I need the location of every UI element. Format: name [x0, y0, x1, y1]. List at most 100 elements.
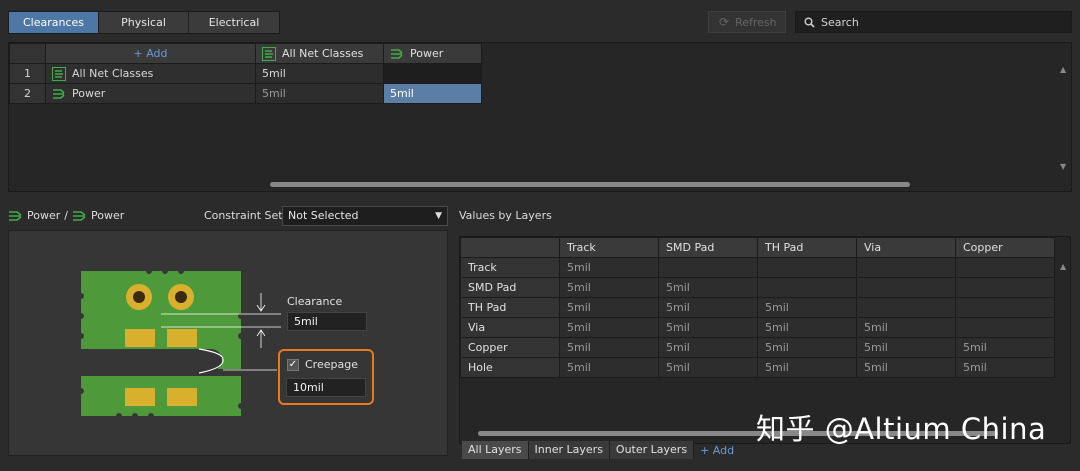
layer-cell-empty: [757, 277, 857, 298]
creepage-highlight: ✓ Creepage 10mil: [278, 349, 374, 405]
refresh-button[interactable]: ⟳ Refresh: [708, 11, 786, 33]
layer-col-header[interactable]: Copper: [955, 237, 1055, 258]
layer-tabs: All Layers Inner Layers Outer Layers + A…: [462, 441, 740, 459]
tab-bar: Clearances Physical Electrical: [8, 11, 280, 34]
constraint-set-label: Constraint Set: [204, 209, 283, 222]
layer-cell[interactable]: 5mil: [757, 317, 857, 338]
clearance-illustration-panel: Clearance 5mil: [8, 230, 448, 456]
layer-row-label: TH Pad: [460, 297, 560, 318]
row-number: 1: [9, 63, 46, 84]
row-number: 2: [9, 83, 46, 104]
layer-cell-empty: [955, 257, 1055, 278]
layer-cell[interactable]: 5mil: [658, 337, 758, 358]
chevron-down-icon: ▼: [435, 211, 442, 221]
layer-col-header[interactable]: Track: [559, 237, 659, 258]
layer-cell-empty: [856, 297, 956, 318]
search-placeholder: Search: [821, 15, 859, 29]
layer-col-header[interactable]: Via: [856, 237, 956, 258]
clearance-input[interactable]: 5mil: [287, 312, 367, 331]
table-row[interactable]: Copper 5mil 5mil 5mil 5mil 5mil: [460, 337, 1055, 358]
net-class-icon: [9, 210, 22, 221]
refresh-label: Refresh: [735, 15, 777, 29]
scroll-up-icon[interactable]: ▲: [1060, 65, 1066, 74]
layer-col-header[interactable]: SMD Pad: [658, 237, 758, 258]
table-row[interactable]: TH Pad 5mil 5mil 5mil: [460, 297, 1055, 318]
refresh-icon: ⟳: [719, 15, 730, 29]
row-name-label: All Net Classes: [72, 66, 154, 80]
col-header-label: Power: [410, 46, 444, 60]
watermark: 知乎 @Altium China: [756, 412, 1047, 446]
scroll-down-icon[interactable]: ▼: [1060, 162, 1066, 171]
net-class-icon: [72, 210, 86, 221]
net-class-icon: [391, 48, 403, 59]
net-class-icon: [53, 88, 65, 99]
col-header-power[interactable]: Power: [383, 43, 482, 64]
creepage-checkbox-row[interactable]: ✓ Creepage: [287, 358, 358, 371]
layer-cell[interactable]: 5mil: [856, 357, 956, 378]
table-row[interactable]: Via 5mil 5mil 5mil 5mil: [460, 317, 1055, 338]
layer-cell[interactable]: 5mil: [559, 297, 659, 318]
matrix-horizontal-scrollbar[interactable]: [258, 180, 1056, 188]
layer-cell[interactable]: 5mil: [658, 357, 758, 378]
layer-cell[interactable]: 5mil: [955, 337, 1055, 358]
tab-outer-layers[interactable]: Outer Layers: [609, 441, 695, 459]
table-row[interactable]: 1 All Net Classes 5mil: [9, 63, 482, 84]
tab-physical[interactable]: Physical: [99, 12, 189, 33]
creepage-input[interactable]: 10mil: [286, 378, 366, 397]
layer-cell[interactable]: 5mil: [856, 317, 956, 338]
breadcrumb-separator: /: [64, 209, 68, 222]
tab-all-layers[interactable]: All Layers: [462, 441, 529, 459]
search-icon: [804, 17, 815, 28]
row-name-label: Power: [72, 86, 106, 100]
layer-cell-empty: [757, 257, 857, 278]
layer-cell[interactable]: 5mil: [658, 317, 758, 338]
scroll-up-icon[interactable]: ▲: [1060, 262, 1066, 271]
layer-cell[interactable]: 5mil: [955, 357, 1055, 378]
layer-cell-empty: [955, 297, 1055, 318]
add-layer-button[interactable]: + Add: [694, 444, 740, 457]
layer-cell-empty: [955, 277, 1055, 298]
tab-inner-layers[interactable]: Inner Layers: [528, 441, 610, 459]
tab-electrical[interactable]: Electrical: [189, 12, 279, 33]
clearance-label: Clearance: [287, 295, 343, 308]
layer-col-header[interactable]: TH Pad: [757, 237, 857, 258]
layer-cell-empty: [856, 257, 956, 278]
tab-clearances[interactable]: Clearances: [9, 12, 99, 33]
layer-cell[interactable]: 5mil: [757, 297, 857, 318]
add-column-button[interactable]: + Add: [45, 43, 256, 64]
layer-corner-cell: [460, 237, 560, 258]
layer-cell[interactable]: 5mil: [559, 317, 659, 338]
layer-cell[interactable]: 5mil: [658, 277, 758, 298]
breadcrumb-to: Power: [90, 209, 125, 222]
table-row[interactable]: Track 5mil: [460, 257, 1055, 278]
layer-cell[interactable]: 5mil: [757, 337, 857, 358]
row-name: Power: [45, 83, 256, 104]
search-input[interactable]: Search: [795, 11, 1072, 33]
constraint-set-dropdown[interactable]: Not Selected ▼: [282, 206, 448, 226]
layer-cell[interactable]: 5mil: [559, 357, 659, 378]
layer-cell[interactable]: 5mil: [658, 297, 758, 318]
layer-row-label: SMD Pad: [460, 277, 560, 298]
table-row[interactable]: Hole 5mil 5mil 5mil 5mil 5mil: [460, 357, 1055, 378]
matrix-cell-selected[interactable]: 5mil: [383, 83, 482, 104]
constraint-set-value: Not Selected: [288, 209, 359, 222]
layer-cell[interactable]: 5mil: [559, 337, 659, 358]
col-header-all-net-classes[interactable]: All Net Classes: [255, 43, 384, 64]
values-by-layers-title: Values by Layers: [459, 209, 552, 222]
layer-cell[interactable]: 5mil: [559, 277, 659, 298]
layer-cell[interactable]: 5mil: [856, 337, 956, 358]
table-row[interactable]: 2 Power 5mil 5mil: [9, 83, 482, 104]
creepage-checkbox[interactable]: ✓: [287, 358, 299, 371]
matrix-cell[interactable]: 5mil: [255, 63, 384, 84]
scroll-thumb[interactable]: [270, 182, 910, 187]
layer-cell-empty: [658, 257, 758, 278]
layer-cell[interactable]: 5mil: [757, 357, 857, 378]
table-row[interactable]: SMD Pad 5mil 5mil: [460, 277, 1055, 298]
breadcrumb: Power / Power: [8, 209, 124, 222]
layer-cell-empty: [856, 277, 956, 298]
matrix-cell[interactable]: 5mil: [255, 83, 384, 104]
corner-cell: [9, 43, 46, 64]
layer-cell[interactable]: 5mil: [559, 257, 659, 278]
net-class-icon: [262, 46, 276, 61]
row-name: All Net Classes: [45, 63, 256, 84]
